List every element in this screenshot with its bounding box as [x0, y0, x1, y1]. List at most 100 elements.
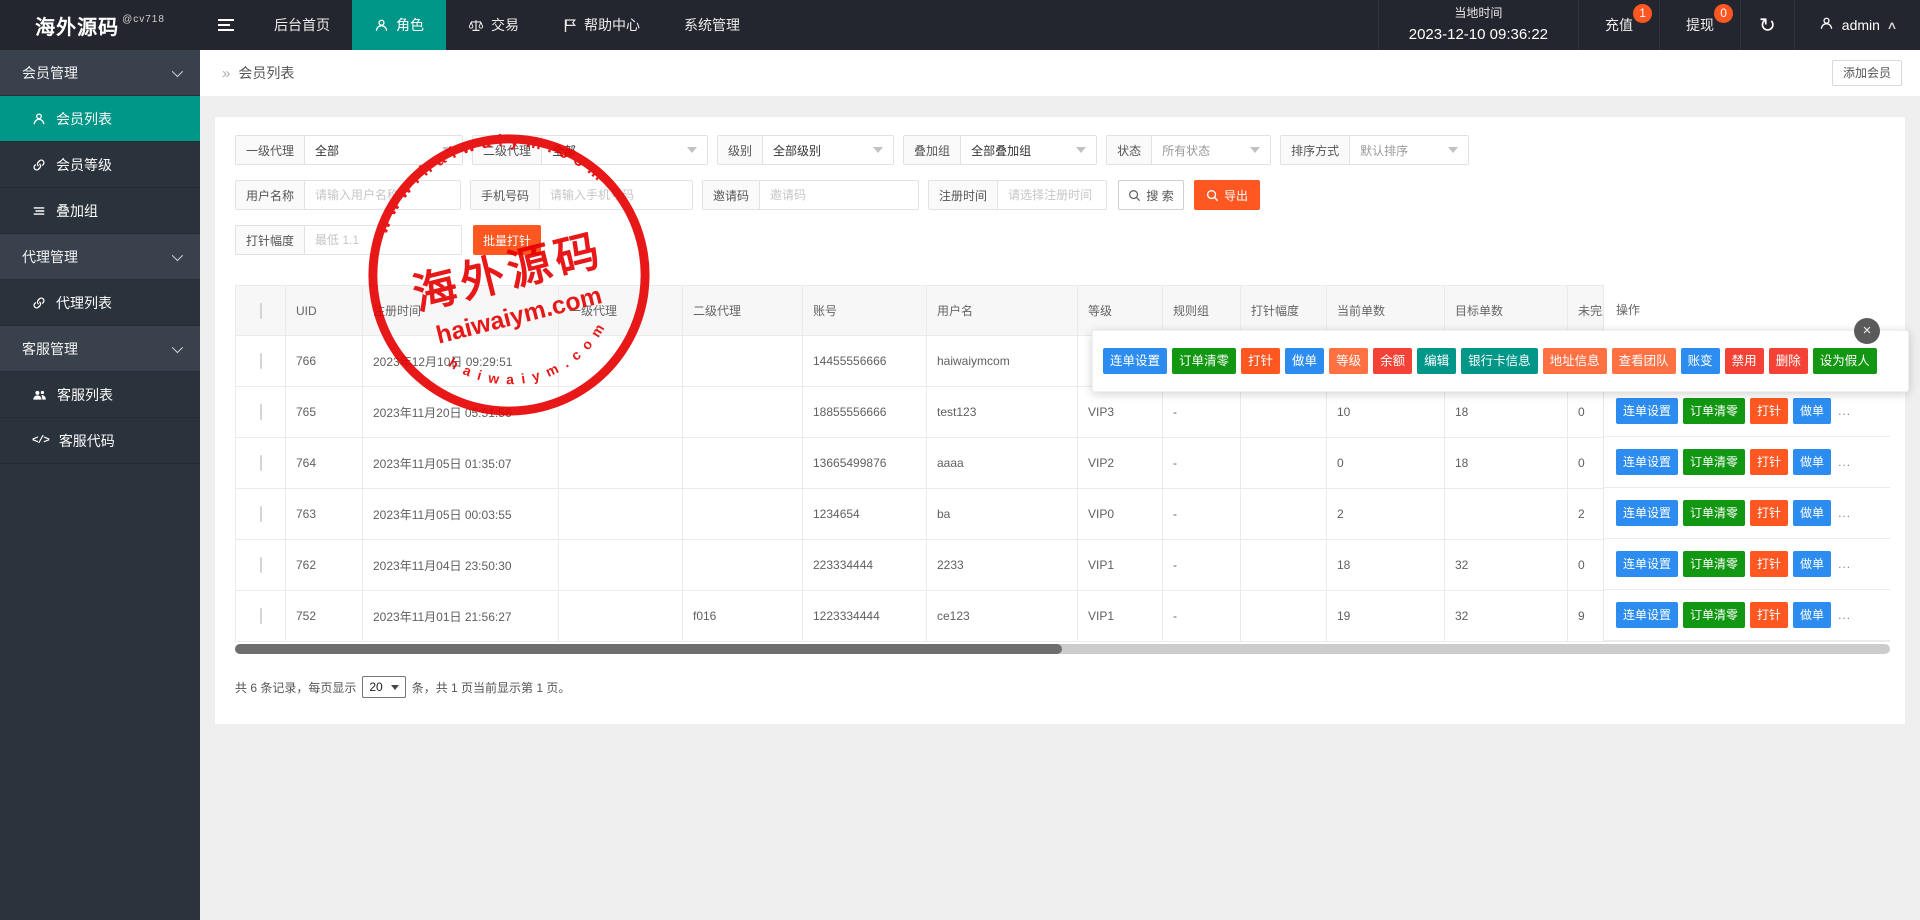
make-order-button[interactable]: 做单	[1793, 398, 1831, 424]
balance-button[interactable]: 余额	[1373, 348, 1412, 374]
make-order-button[interactable]: 做单	[1793, 551, 1831, 577]
phone-input[interactable]	[540, 181, 692, 209]
col-inject-range: 打针幅度	[1241, 286, 1327, 336]
clear-orders-button[interactable]: 订单清零	[1683, 551, 1745, 577]
set-fake-button[interactable]: 设为假人	[1813, 348, 1877, 374]
inject-button[interactable]: 打针	[1241, 348, 1280, 374]
account-change-button[interactable]: 账变	[1681, 348, 1720, 374]
edit-button[interactable]: 编辑	[1417, 348, 1456, 374]
recharge-label: 充值	[1605, 15, 1633, 35]
clear-orders-button[interactable]: 订单清零	[1683, 500, 1745, 526]
inject-button[interactable]: 打针	[1750, 398, 1788, 424]
address-button[interactable]: 地址信息	[1543, 348, 1607, 374]
level-select[interactable]: 全部级别	[763, 136, 893, 164]
select-all-checkbox[interactable]	[260, 303, 262, 319]
filter-label: 叠加组	[904, 136, 961, 164]
filter-inject-range: 打针幅度	[235, 225, 462, 255]
nav-menu: 后台首页 角色 交易 帮助中心 系统管理	[252, 0, 762, 50]
delete-button[interactable]: 删除	[1769, 348, 1808, 374]
recharge-button[interactable]: 充值 1	[1578, 0, 1659, 50]
pagination-suffix: 条，共 1 页当前显示第 1 页。	[412, 679, 571, 696]
chain-order-button[interactable]: 连单设置	[1616, 449, 1678, 475]
clear-orders-button[interactable]: 订单清零	[1172, 348, 1236, 374]
close-icon[interactable]: ×	[1854, 318, 1880, 344]
username-input[interactable]	[305, 181, 460, 209]
disable-button[interactable]: 禁用	[1725, 348, 1764, 374]
user-icon	[1819, 16, 1834, 34]
row-checkbox[interactable]	[260, 557, 262, 573]
inject-button[interactable]: 打针	[1750, 500, 1788, 526]
make-order-button[interactable]: 做单	[1793, 602, 1831, 628]
more-actions-button[interactable]: ...	[1838, 557, 1851, 571]
chain-order-button[interactable]: 连单设置	[1616, 398, 1678, 424]
sidebar-item-member-list[interactable]: 会员列表	[0, 96, 200, 142]
make-order-button[interactable]: 做单	[1285, 348, 1324, 374]
stack-group-select[interactable]: 全部叠加组	[961, 136, 1096, 164]
chain-order-button[interactable]: 连单设置	[1103, 348, 1167, 374]
filter-label: 排序方式	[1281, 136, 1350, 164]
sidebar-group-agent[interactable]: 代理管理	[0, 234, 200, 280]
clear-orders-button[interactable]: 订单清零	[1683, 398, 1745, 424]
export-button[interactable]: 导出	[1194, 180, 1260, 210]
more-actions-button[interactable]: ...	[1838, 608, 1851, 622]
make-order-button[interactable]: 做单	[1793, 449, 1831, 475]
inject-button[interactable]: 打针	[1750, 449, 1788, 475]
sidebar-item-agent-list[interactable]: 代理列表	[0, 280, 200, 326]
row-checkbox[interactable]	[260, 455, 262, 471]
refresh-icon[interactable]: ↻	[1740, 0, 1794, 50]
chain-order-button[interactable]: 连单设置	[1616, 500, 1678, 526]
sidebar-item-service-list[interactable]: 客服列表	[0, 372, 200, 418]
more-actions-button[interactable]: ...	[1838, 404, 1851, 418]
nav-item-help[interactable]: 帮助中心	[541, 0, 662, 50]
filter-label: 手机号码	[471, 181, 540, 209]
agent2-select[interactable]: 全部	[542, 136, 707, 164]
sidebar-group-member[interactable]: 会员管理	[0, 50, 200, 96]
bank-card-button[interactable]: 银行卡信息	[1461, 348, 1538, 374]
sidebar-item-member-level[interactable]: 会员等级	[0, 142, 200, 188]
invite-code-input[interactable]	[760, 181, 918, 209]
logo-badge: @cv718	[122, 14, 165, 25]
more-actions-button[interactable]: ...	[1838, 455, 1851, 469]
level-button[interactable]: 等级	[1329, 348, 1368, 374]
row-checkbox[interactable]	[260, 506, 262, 522]
more-actions-button[interactable]: ...	[1838, 506, 1851, 520]
add-member-button[interactable]: 添加会员	[1832, 60, 1902, 86]
status-select[interactable]: 所有状态	[1152, 136, 1270, 164]
caret-down-icon	[873, 147, 883, 153]
inject-range-input[interactable]	[305, 226, 461, 254]
row-checkbox[interactable]	[260, 353, 262, 369]
row-checkbox[interactable]	[260, 608, 262, 624]
nav-item-role[interactable]: 角色	[352, 0, 446, 50]
search-button[interactable]: 搜 索	[1118, 180, 1184, 210]
agent1-select[interactable]: 全部	[305, 136, 462, 164]
withdraw-button[interactable]: 提现 0	[1659, 0, 1740, 50]
horizontal-scrollbar[interactable]	[235, 644, 1890, 654]
person-icon	[374, 18, 389, 33]
sidebar-item-service-code[interactable]: </> 客服代码	[0, 418, 200, 464]
nav-item-trade[interactable]: 交易	[446, 0, 541, 50]
inject-button[interactable]: 打针	[1750, 551, 1788, 577]
sidebar-item-stack-group[interactable]: 叠加组	[0, 188, 200, 234]
batch-inject-button[interactable]: 批量打针	[473, 225, 541, 255]
admin-menu[interactable]: admin ∧	[1794, 0, 1920, 50]
view-team-button[interactable]: 查看团队	[1612, 348, 1676, 374]
hamburger-icon[interactable]	[200, 0, 252, 50]
filter-label: 邀请码	[703, 181, 760, 209]
per-page-select[interactable]: 20	[362, 676, 405, 698]
scrollbar-thumb[interactable]	[235, 644, 1062, 654]
chain-order-button[interactable]: 连单设置	[1616, 551, 1678, 577]
row-checkbox[interactable]	[260, 404, 262, 420]
sidebar-group-service[interactable]: 客服管理	[0, 326, 200, 372]
breadcrumb-arrow-icon: »	[222, 65, 230, 82]
nav-item-system[interactable]: 系统管理	[662, 0, 762, 50]
make-order-button[interactable]: 做单	[1793, 500, 1831, 526]
nav-item-dashboard[interactable]: 后台首页	[252, 0, 352, 50]
clear-orders-button[interactable]: 订单清零	[1683, 602, 1745, 628]
register-time-input[interactable]	[998, 181, 1106, 209]
inject-button[interactable]: 打针	[1750, 602, 1788, 628]
recharge-badge: 1	[1633, 4, 1652, 23]
chain-order-button[interactable]: 连单设置	[1616, 602, 1678, 628]
sort-select[interactable]: 默认排序	[1350, 136, 1468, 164]
filter-label: 状态	[1107, 136, 1152, 164]
clear-orders-button[interactable]: 订单清零	[1683, 449, 1745, 475]
